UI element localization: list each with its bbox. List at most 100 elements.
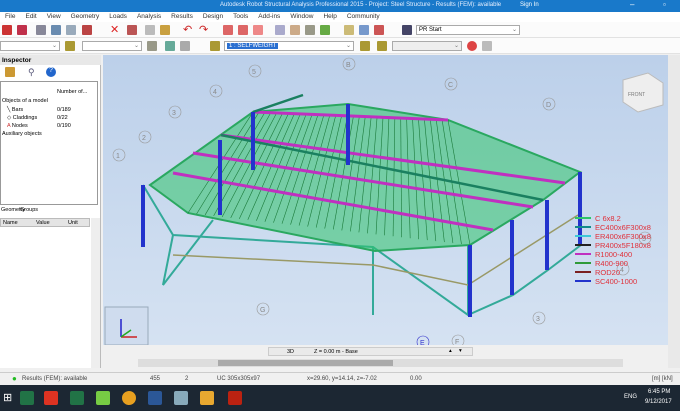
- horizontal-scrollbar[interactable]: [138, 359, 623, 367]
- delete-icon[interactable]: ✕: [110, 23, 120, 36]
- excel-app-icon[interactable]: [70, 391, 84, 405]
- redo-icon[interactable]: ↷: [199, 23, 209, 36]
- menu-tools[interactable]: Tools: [228, 12, 253, 22]
- legend-label: R400-900: [595, 259, 628, 268]
- zoom-all-icon[interactable]: [305, 25, 315, 35]
- view-cube[interactable]: FRONT: [622, 72, 664, 113]
- search-icon[interactable]: ⚲: [28, 67, 38, 77]
- menu-loads[interactable]: Loads: [104, 12, 132, 22]
- grid-label: C: [444, 77, 458, 91]
- view-icon[interactable]: [165, 41, 175, 51]
- svg-text:C: C: [448, 82, 453, 89]
- save-icon[interactable]: [17, 25, 27, 35]
- layout-select[interactable]: PR Start ⌄: [416, 25, 520, 35]
- zoom-in-icon[interactable]: [275, 25, 285, 35]
- scroll-thumb[interactable]: [218, 360, 393, 366]
- chevron-down-icon: ⌄: [453, 43, 459, 49]
- node-number: 455: [150, 376, 161, 382]
- app-icon[interactable]: [96, 391, 110, 405]
- capture-icon[interactable]: [82, 25, 92, 35]
- filter-icon[interactable]: [482, 41, 492, 51]
- chrome-app-icon[interactable]: [122, 391, 136, 405]
- word-app-icon[interactable]: [148, 391, 162, 405]
- menu-file[interactable]: File: [0, 12, 20, 22]
- svg-text:G: G: [260, 307, 265, 314]
- properties-scrollbar[interactable]: [91, 218, 100, 368]
- clock-date[interactable]: 9/12/2017: [645, 399, 672, 405]
- load-type-icon[interactable]: [360, 41, 370, 51]
- menu-addins[interactable]: Add-ins: [253, 12, 285, 22]
- paste-icon[interactable]: [160, 25, 170, 35]
- help-icon[interactable]: ?: [46, 67, 56, 77]
- start-icon[interactable]: ⊞: [3, 391, 17, 405]
- print-icon[interactable]: [36, 25, 46, 35]
- robot-app-icon[interactable]: [200, 391, 214, 405]
- cut-icon[interactable]: [127, 25, 137, 35]
- pan-icon[interactable]: [320, 25, 330, 35]
- tree-item-claddings[interactable]: ◇ Claddings: [7, 115, 37, 121]
- excel-app-icon[interactable]: [20, 391, 34, 405]
- legend-label: R1000-400: [595, 250, 632, 259]
- node-icon[interactable]: [147, 41, 157, 51]
- analysis-icon[interactable]: [359, 25, 369, 35]
- inspector-title: Inspector: [0, 55, 101, 65]
- autodesk-app-icon[interactable]: [44, 391, 58, 405]
- units[interactable]: [m] [kN]: [652, 376, 673, 382]
- section-select[interactable]: ⌄: [82, 41, 142, 51]
- menu-help[interactable]: Help: [318, 12, 341, 22]
- lock-icon[interactable]: [253, 25, 263, 35]
- inspector-panel: Inspector ⚲ ? Number of... Objects of a …: [0, 55, 101, 368]
- grid-label: 3: [168, 105, 182, 119]
- bar-section-icon[interactable]: [65, 41, 75, 51]
- tree-item-bars[interactable]: ╲ Bars: [7, 107, 23, 113]
- minimize-button[interactable]: –: [630, 0, 634, 9]
- menu-geometry[interactable]: Geometry: [66, 12, 105, 22]
- tree-group-objects[interactable]: Objects of a model: [2, 98, 48, 104]
- load-case-select[interactable]: 1 : SELFWEIGHT ⌄: [224, 41, 354, 51]
- table-icon[interactable]: [223, 25, 233, 35]
- angle-value: 0.00: [410, 376, 422, 382]
- menu-community[interactable]: Community: [342, 12, 385, 22]
- menu-view[interactable]: View: [42, 12, 66, 22]
- preview-icon[interactable]: [66, 25, 76, 35]
- level-value[interactable]: Z = 0.00 m - Base: [314, 349, 358, 355]
- tab-groups[interactable]: Groups: [20, 207, 38, 213]
- menu-edit[interactable]: Edit: [20, 12, 41, 22]
- maximize-button[interactable]: ▫: [663, 0, 666, 9]
- export-icon[interactable]: [51, 25, 61, 35]
- menu-analysis[interactable]: Analysis: [132, 12, 166, 22]
- stop-icon[interactable]: [467, 41, 477, 51]
- tree-group-auxiliary[interactable]: Auxiliary objects: [2, 131, 42, 137]
- view-mode[interactable]: 3D: [287, 349, 294, 355]
- undo-icon[interactable]: ↶: [183, 23, 193, 36]
- menu-results[interactable]: Results: [166, 12, 198, 22]
- grid-label: F: [451, 334, 465, 345]
- pdf-app-icon[interactable]: [228, 391, 242, 405]
- structure-select[interactable]: ⌄: [0, 41, 60, 51]
- design-icon[interactable]: [344, 25, 354, 35]
- vertical-scrollbar[interactable]: [668, 55, 680, 368]
- level-down-button[interactable]: ▾: [459, 348, 462, 354]
- display-icon[interactable]: [180, 41, 190, 51]
- results-icon[interactable]: [374, 25, 384, 35]
- menu-window[interactable]: Window: [285, 12, 318, 22]
- clock-time[interactable]: 6:45 PM: [648, 389, 670, 395]
- component-select[interactable]: ⌄: [392, 41, 462, 51]
- axis-gizmo: [104, 306, 149, 345]
- loads-icon[interactable]: [210, 41, 220, 51]
- layout-icon[interactable]: [402, 25, 412, 35]
- app-icon[interactable]: [174, 391, 188, 405]
- svg-text:3: 3: [536, 316, 540, 323]
- level-up-button[interactable]: ▴: [449, 348, 452, 354]
- copy-icon[interactable]: [145, 25, 155, 35]
- language-indicator[interactable]: ENG: [624, 394, 637, 400]
- load-define-icon[interactable]: [377, 41, 387, 51]
- menu-design[interactable]: Design: [198, 12, 228, 22]
- zoom-out-icon[interactable]: [290, 25, 300, 35]
- tables-icon[interactable]: [238, 25, 248, 35]
- 3d-viewport[interactable]: 5 4 3 2 1 B C D E F G 3 4 5 FRONT C 6x8.…: [103, 55, 668, 345]
- tree-item-nodes[interactable]: A Nodes: [7, 123, 28, 129]
- open-icon[interactable]: [2, 25, 12, 35]
- sign-in-link[interactable]: Sign In: [520, 2, 539, 8]
- filter-icon[interactable]: [5, 67, 15, 77]
